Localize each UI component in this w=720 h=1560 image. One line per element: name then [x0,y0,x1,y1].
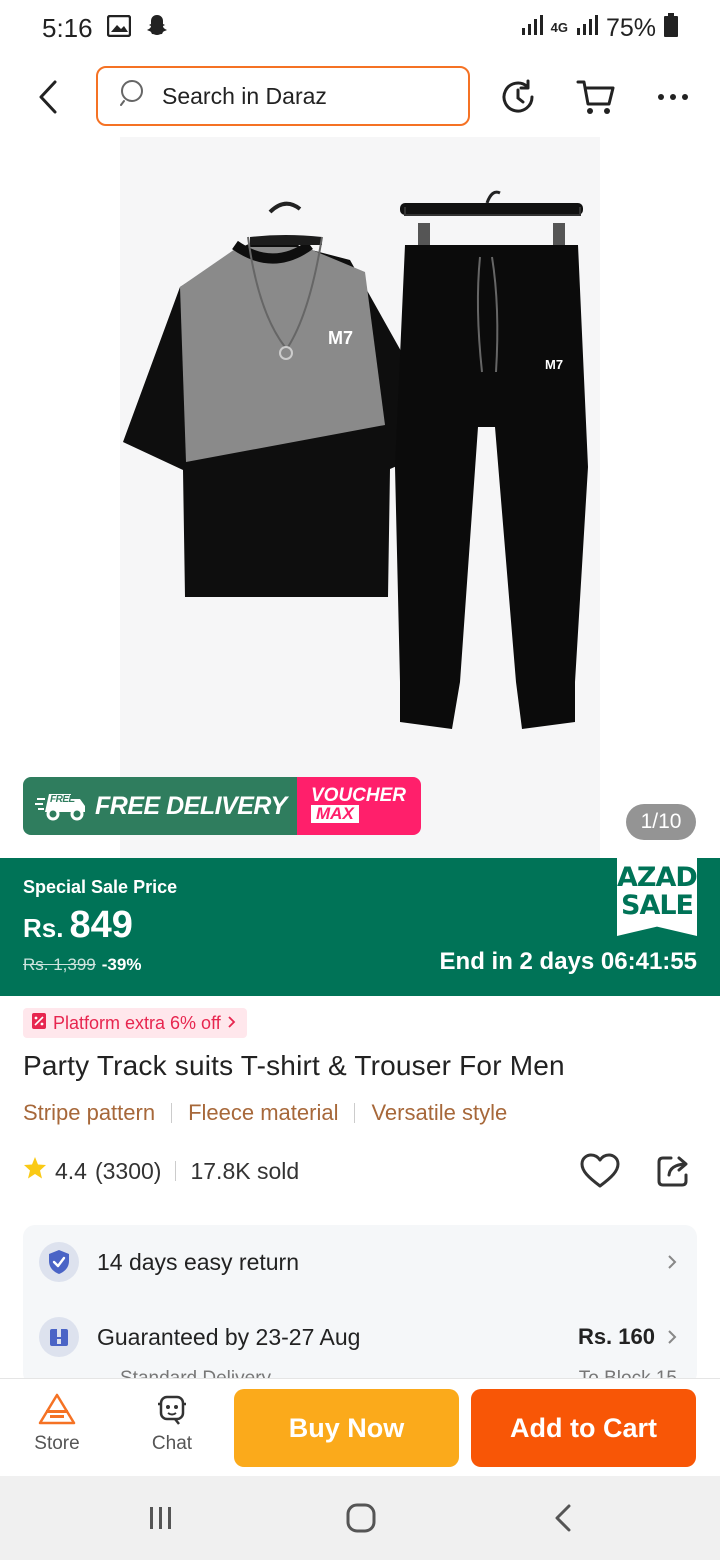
search-icon [120,79,148,113]
trousers-illustration: M7 [395,190,588,729]
delivery-row[interactable]: Guaranteed by 23-27 Aug Rs. 160 [39,1317,677,1357]
store-button[interactable]: Store [17,1393,97,1455]
chat-button[interactable]: Chat [132,1393,212,1455]
return-policy-row[interactable]: 14 days easy return [39,1242,677,1282]
cart-button[interactable] [571,72,621,122]
shield-check-icon [39,1242,79,1282]
image-page-counter: 1/10 [626,804,696,840]
chat-icon [158,1395,186,1425]
back-button[interactable] [28,72,68,122]
free-tag: FREE [50,794,75,805]
platform-discount-tag[interactable]: Platform extra 6% off [23,1008,247,1038]
snapchat-notification-icon [145,13,169,44]
status-time: 5:16 [42,12,93,43]
badge-line-2: SALE [621,890,694,921]
status-bar: 5:16 4G 75% [0,0,720,56]
divider [175,1161,177,1181]
original-price: Rs. 1,399 [23,955,96,974]
return-policy-text: 14 days easy return [97,1248,300,1275]
delivery-price-wrap: Rs. 160 [578,1324,677,1350]
free-delivery-badge: FREE FREE DELIVERY [23,777,297,835]
share-icon [657,1156,688,1187]
sale-price: Rs. 849 [23,904,133,947]
promo-banner: FREE FREE DELIVERY VOUCHER MAX [23,777,421,835]
chevron-left-icon [39,80,57,114]
coupon-icon [31,1012,47,1035]
more-dots-icon [658,94,688,100]
divider [171,1103,173,1123]
chevron-right-icon [667,1254,677,1270]
wishlist-button[interactable] [577,1148,623,1194]
signal-icon [521,14,543,43]
home-icon [346,1503,376,1533]
chevron-right-icon [668,1330,677,1344]
buy-now-button[interactable]: Buy Now [234,1389,459,1467]
heart-icon [580,1153,620,1188]
cart-icon [576,80,615,114]
recent-apps-icon [150,1507,171,1529]
top-header: Search in Daraz [0,62,720,132]
feature-item: Fleece material [188,1100,339,1125]
battery-icon [664,12,678,44]
shirt-brand-mark: M7 [328,328,353,348]
azadi-sale-badge: AZADI SALE [617,858,697,936]
history-button[interactable] [493,72,543,122]
network-type: 4G [550,20,568,35]
sale-label: Special Sale Price [23,877,178,897]
free-delivery-text: FREE DELIVERY [95,791,287,820]
search-placeholder: Search in Daraz [162,82,327,109]
more-options-button[interactable] [648,72,698,122]
price-currency: Rs. [23,913,64,943]
delivery-box-icon [39,1317,79,1357]
delivery-price: Rs. 160 [577,1324,655,1349]
sale-price-band: Special Sale Price Rs. 849 Rs. 1,399 -39% … [0,858,720,996]
bottom-action-bar: Store Chat Buy Now Add to Cart [0,1378,720,1476]
star-icon [23,1156,47,1186]
service-info-card: 14 days easy return Guaranteed by 23-27 … [23,1225,697,1385]
feature-list: Stripe pattern Fleece material Versatile… [23,1100,507,1126]
delivery-text: Guaranteed by 23-27 Aug [97,1323,361,1350]
voucher-label: VOUCHER [311,785,407,806]
rating-count: (3300) [94,1157,162,1184]
sale-countdown: End in 2 days 06:41:55 [439,948,697,975]
gallery-notification-icon [106,13,131,44]
history-icon [502,79,534,113]
platform-tag-text: Platform extra 6% off [53,1012,221,1033]
home-button[interactable] [336,1496,386,1540]
rating-value: 4.4 [55,1157,87,1184]
voucher-max-label: MAX [311,805,359,823]
sold-count: 17.8K sold [190,1157,300,1184]
original-price-row: Rs. 1,399 -39% [23,955,141,975]
signal-icon-2 [576,14,598,43]
discount-percent: -39% [101,955,142,974]
pants-brand-mark: M7 [545,357,563,372]
system-back-button[interactable] [538,1496,588,1540]
badge-line-1: AZADI [617,862,706,893]
divider [354,1103,356,1123]
recent-apps-button[interactable] [136,1496,186,1540]
product-image[interactable]: M7 M7 [0,137,720,858]
system-nav-bar [0,1476,720,1560]
search-input[interactable]: Search in Daraz [96,66,470,126]
back-arrow-icon [555,1504,571,1532]
chat-label: Chat [151,1433,193,1454]
share-button[interactable] [650,1148,696,1194]
delivery-truck-icon: FREE [35,790,87,822]
feature-item: Stripe pattern [23,1100,156,1125]
battery-level: 75% [605,13,656,42]
product-title: Party Track suits T-shirt & Trouser For … [23,1050,565,1081]
chevron-right-icon [227,1013,237,1034]
price-amount: 849 [69,904,133,946]
add-to-cart-button[interactable]: Add to Cart [471,1389,696,1467]
product-gallery[interactable]: M7 M7 FREE FREE DELIVERY VOUCHER MAX 1/1… [0,137,720,858]
store-label: Store [34,1433,80,1454]
store-icon [38,1393,76,1425]
rating-row[interactable]: 4.4 (3300) 17.8K sold [23,1156,299,1186]
voucher-max-badge: VOUCHER MAX [297,777,421,835]
feature-item: Versatile style [371,1100,508,1125]
